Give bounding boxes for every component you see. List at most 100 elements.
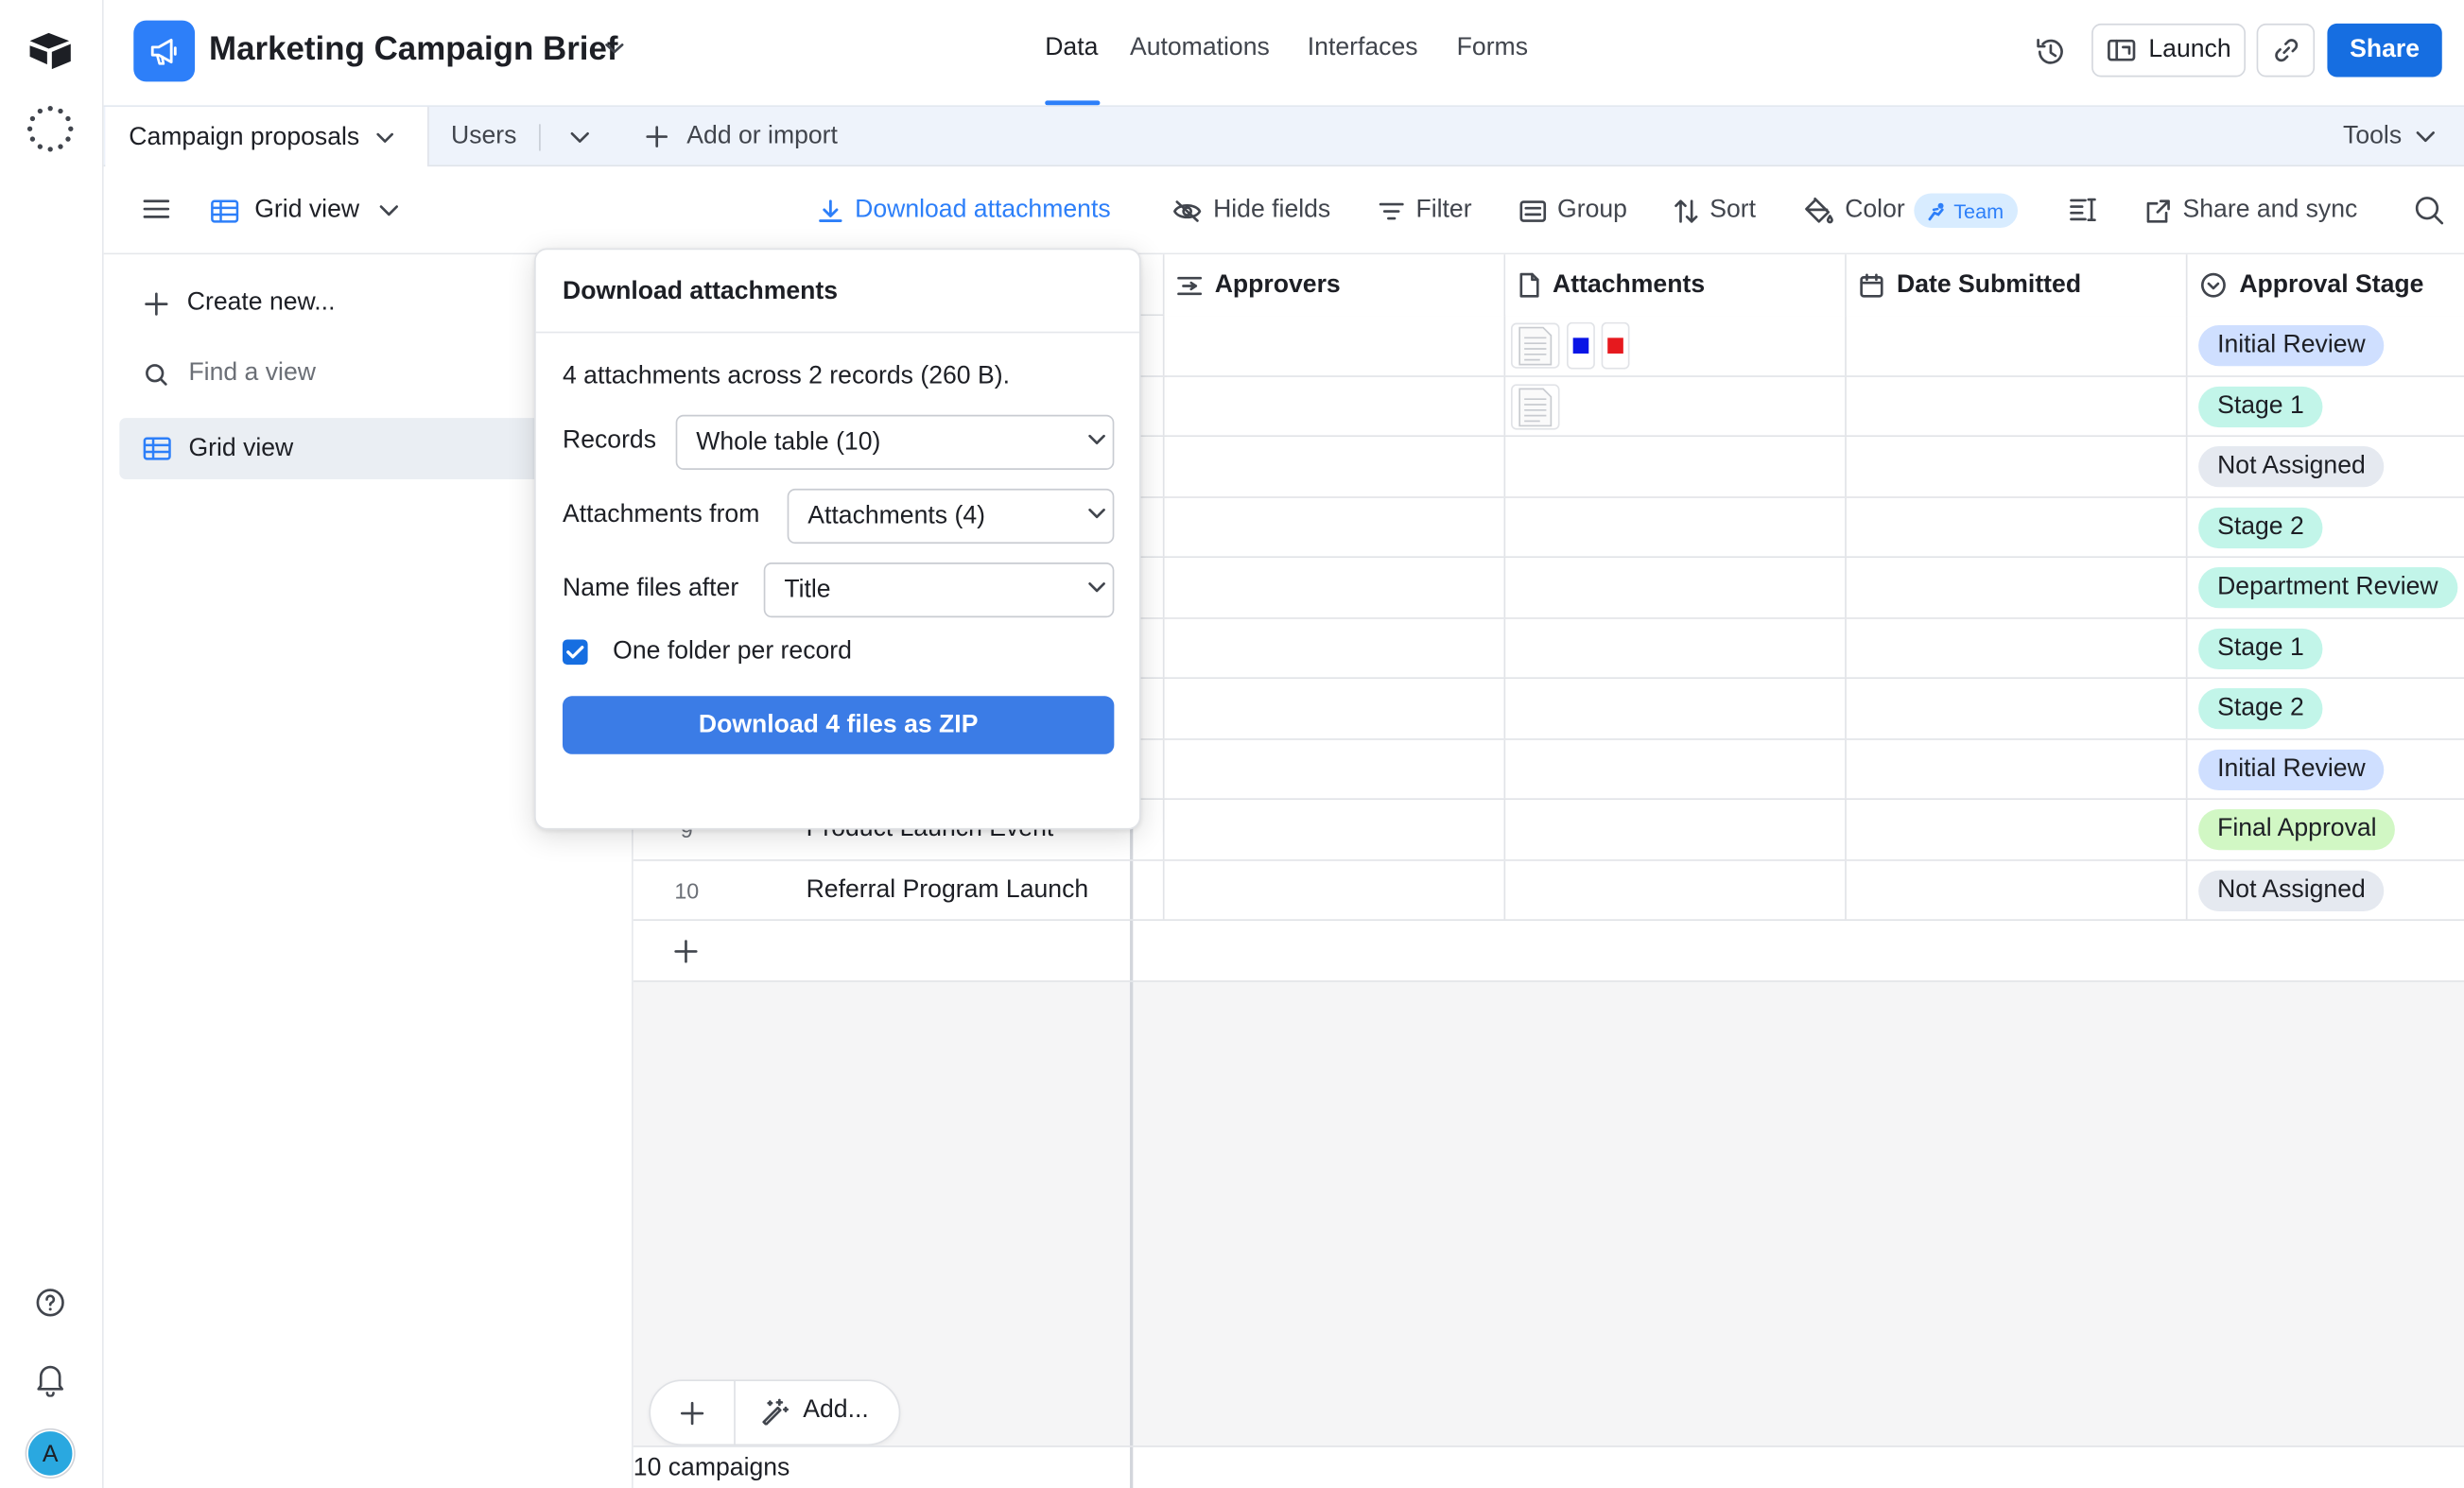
sidebar-toggle-menu-icon[interactable] xyxy=(143,198,170,219)
notifications-bell-icon[interactable] xyxy=(35,1362,66,1397)
approval-stage-pill: Initial Review xyxy=(2198,748,2385,790)
column-header-attachments[interactable]: Attachments xyxy=(1505,254,1847,317)
popover-divider xyxy=(535,331,1139,334)
primary-cell[interactable]: 10 Referral Program Launch xyxy=(633,859,1134,920)
attachments-cell[interactable] xyxy=(1505,558,1847,617)
attachments-cell[interactable] xyxy=(1505,800,1847,859)
help-icon[interactable] xyxy=(35,1287,66,1318)
approval-stage-cell[interactable]: Final Approval xyxy=(2188,800,2464,858)
approval-stage-cell[interactable]: Not Assigned xyxy=(2188,860,2464,919)
approvers-cell[interactable] xyxy=(1165,679,1506,738)
history-icon[interactable] xyxy=(2034,35,2069,70)
plus-icon xyxy=(646,126,668,147)
date-submitted-cell[interactable] xyxy=(1847,316,2188,375)
row-height-icon[interactable] xyxy=(2070,197,2098,223)
attachments-from-select[interactable]: Attachments (4) xyxy=(787,488,1115,545)
title-chevron-down-icon[interactable] xyxy=(603,41,625,57)
view-toolbar: Grid view Download attachments Hide fiel… xyxy=(103,166,2464,255)
share-and-sync-button[interactable]: Share and sync xyxy=(2145,166,2358,254)
hide-fields-button[interactable]: Hide fields xyxy=(1172,166,1330,254)
add-row-cell[interactable] xyxy=(633,920,1134,981)
chevron-down-icon xyxy=(375,131,393,143)
tab-forms[interactable]: Forms xyxy=(1457,35,1528,63)
filter-button[interactable]: Filter xyxy=(1379,166,1472,254)
approval-stage-cell[interactable]: Stage 1 xyxy=(2188,618,2464,677)
tab-interfaces[interactable]: Interfaces xyxy=(1308,35,1418,63)
date-submitted-cell[interactable] xyxy=(1847,739,2188,799)
date-submitted-cell[interactable] xyxy=(1847,618,2188,678)
base-icon[interactable] xyxy=(133,20,196,82)
date-submitted-cell[interactable] xyxy=(1847,376,2188,436)
approval-stage-cell[interactable]: Stage 2 xyxy=(2188,679,2464,737)
approvers-cell[interactable] xyxy=(1165,558,1506,617)
attachments-cell[interactable] xyxy=(1505,679,1847,738)
attachments-cell[interactable] xyxy=(1505,618,1847,678)
all-tables-chevron-icon[interactable] xyxy=(569,130,591,145)
base-title[interactable]: Marketing Campaign Brief xyxy=(209,31,617,69)
date-submitted-cell[interactable] xyxy=(1847,859,2188,920)
attachments-cell[interactable] xyxy=(1505,859,1847,920)
approvers-cell[interactable] xyxy=(1165,859,1506,920)
date-submitted-cell[interactable] xyxy=(1847,679,2188,738)
create-new-view-button[interactable]: Create new... xyxy=(145,289,335,318)
table-row[interactable]: 10 Referral Program Launch Not Assigned xyxy=(633,859,2464,921)
group-button[interactable]: Group xyxy=(1519,166,1627,254)
one-folder-label[interactable]: One folder per record xyxy=(613,638,852,666)
grid-footer: 10 campaigns xyxy=(633,1445,2464,1488)
table-tab-users[interactable]: Users xyxy=(451,123,516,151)
column-header-approval-stage[interactable]: Approval Stage xyxy=(2187,254,2464,317)
tab-data[interactable]: Data xyxy=(1045,35,1098,63)
approval-stage-cell[interactable]: Stage 2 xyxy=(2188,497,2464,556)
tools-label: Tools xyxy=(2343,122,2403,149)
attachments-cell[interactable] xyxy=(1505,316,1847,375)
approvers-cell[interactable] xyxy=(1165,316,1506,375)
approvers-cell[interactable] xyxy=(1165,437,1506,496)
approval-stage-cell[interactable]: Not Assigned xyxy=(2188,437,2464,495)
approval-stage-cell[interactable]: Initial Review xyxy=(2188,739,2464,798)
attachments-cell[interactable] xyxy=(1505,376,1847,436)
tools-button[interactable]: Tools xyxy=(2343,123,2437,151)
approval-stage-cell[interactable]: Initial Review xyxy=(2188,316,2464,374)
approvers-cell[interactable] xyxy=(1165,739,1506,799)
share-and-sync-label: Share and sync xyxy=(2182,196,2358,224)
color-button[interactable]: Color Team xyxy=(1804,166,2019,254)
date-submitted-cell[interactable] xyxy=(1847,497,2188,557)
approvers-cell[interactable] xyxy=(1165,376,1506,436)
attachments-cell[interactable] xyxy=(1505,739,1847,799)
approval-stage-cell[interactable]: Department Review xyxy=(2188,558,2464,616)
share-button[interactable]: Share xyxy=(2327,23,2442,78)
approvers-cell[interactable] xyxy=(1165,800,1506,859)
approvers-cell[interactable] xyxy=(1165,497,1506,557)
chevron-down-icon xyxy=(1088,509,1105,519)
attachments-cell[interactable] xyxy=(1505,437,1847,496)
search-icon[interactable] xyxy=(2414,195,2445,226)
avatar[interactable]: A xyxy=(26,1429,75,1478)
sort-button[interactable]: Sort xyxy=(1674,166,1756,254)
attachments-cell[interactable] xyxy=(1505,497,1847,557)
view-switcher[interactable]: Grid view xyxy=(211,166,399,254)
one-folder-checkbox[interactable] xyxy=(562,639,588,666)
launch-button[interactable]: Launch xyxy=(2091,23,2246,78)
find-view-search[interactable]: Find a view xyxy=(145,360,316,389)
column-header-date-submitted[interactable]: Date Submitted xyxy=(1846,254,2188,317)
date-submitted-cell[interactable] xyxy=(1847,800,2188,859)
table-tab-campaign-proposals[interactable]: Campaign proposals xyxy=(105,107,429,168)
download-zip-button[interactable]: Download 4 files as ZIP xyxy=(562,696,1115,754)
date-submitted-cell[interactable] xyxy=(1847,558,2188,617)
download-attachments-button[interactable]: Download attachments xyxy=(817,166,1111,254)
left-rail: A xyxy=(0,0,104,1488)
tab-automations[interactable]: Automations xyxy=(1130,35,1270,63)
approval-stage-cell[interactable]: Stage 1 xyxy=(2188,376,2464,435)
name-files-after-select[interactable]: Title xyxy=(763,562,1115,618)
date-submitted-cell[interactable] xyxy=(1847,437,2188,496)
workspace-spinner-icon[interactable] xyxy=(26,104,76,154)
add-record-plus-button[interactable] xyxy=(651,1380,736,1445)
records-select[interactable]: Whole table (10) xyxy=(675,414,1115,470)
copy-link-button[interactable] xyxy=(2256,23,2316,78)
approvers-cell[interactable] xyxy=(1165,618,1506,678)
add-with-ai-button[interactable]: Add... xyxy=(760,1397,869,1426)
add-or-import-button[interactable]: Add or import xyxy=(644,123,838,151)
home-logo-icon[interactable] xyxy=(26,30,74,71)
column-header-approvers[interactable]: Approvers xyxy=(1164,254,1506,317)
approval-stage-pill: Initial Review xyxy=(2198,325,2385,367)
